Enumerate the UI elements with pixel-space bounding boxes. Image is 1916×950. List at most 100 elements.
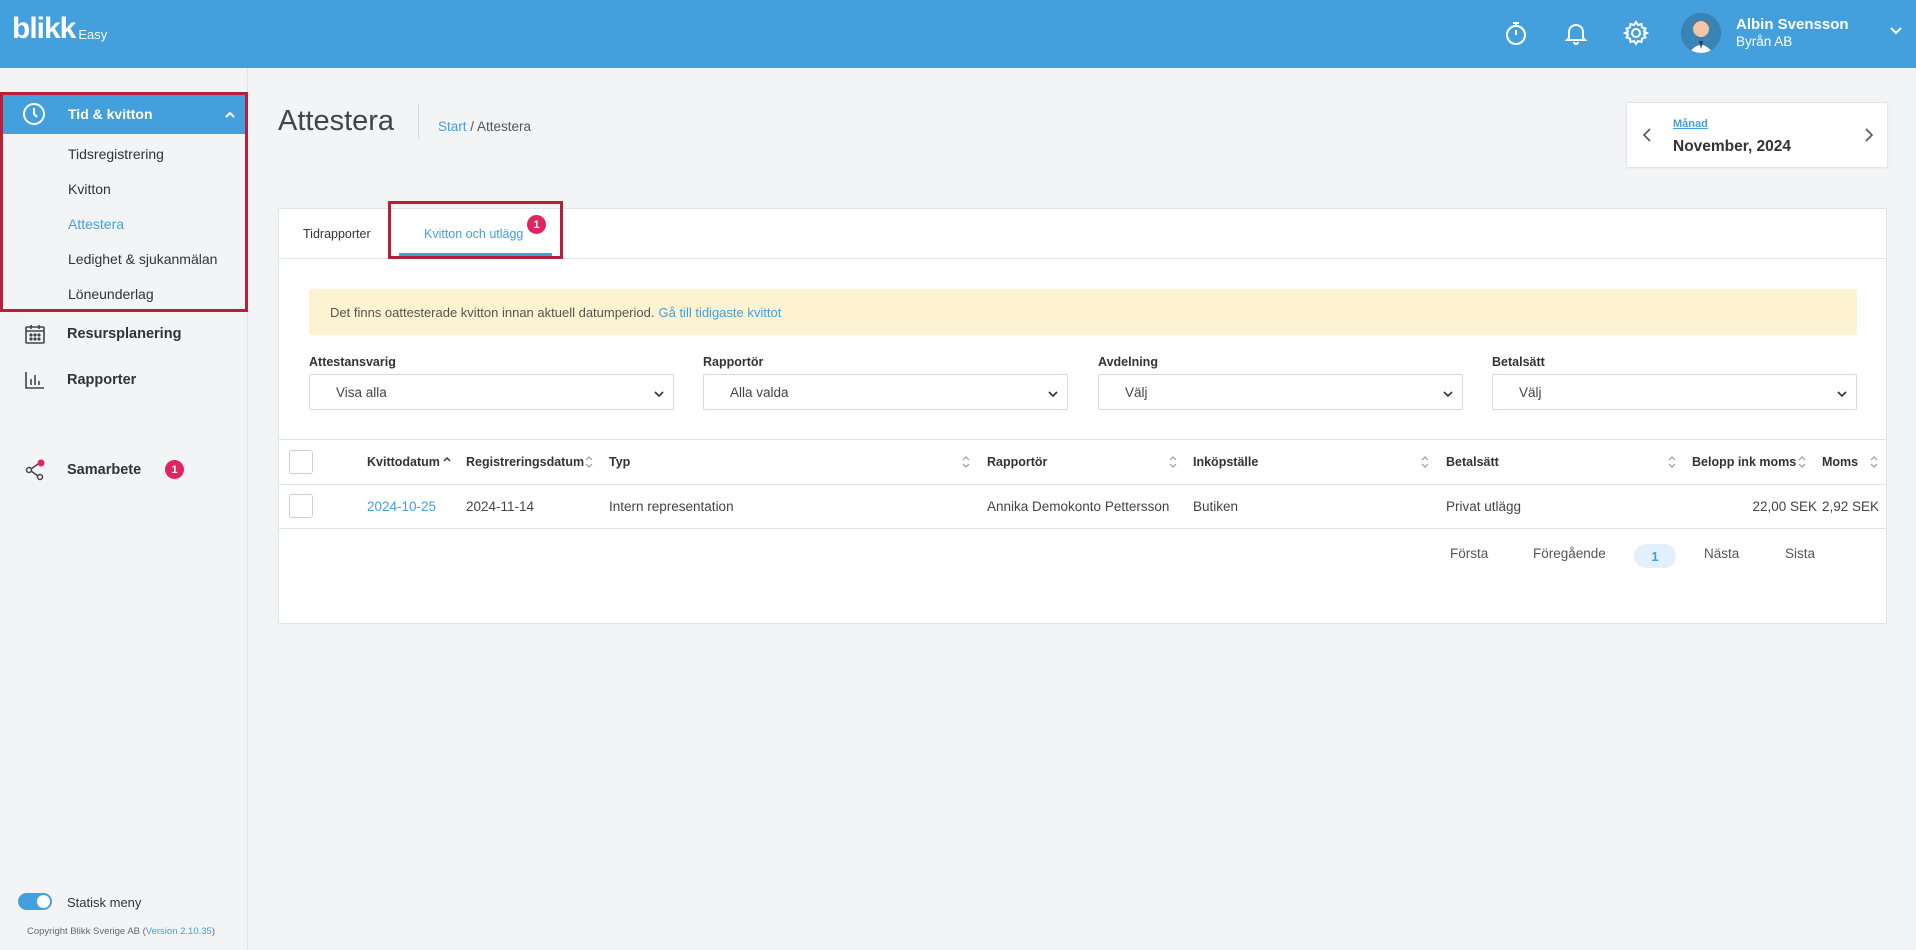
breadcrumb: Start / Attestera bbox=[438, 119, 531, 134]
static-menu-label: Statisk meny bbox=[67, 895, 142, 910]
calendar-icon bbox=[24, 323, 46, 345]
col-inkopstalle[interactable]: Inköpställe bbox=[1193, 455, 1258, 469]
col-typ[interactable]: Typ bbox=[609, 455, 630, 469]
pagination-next[interactable]: Nästa bbox=[1704, 546, 1739, 561]
sidebar-item-label: Samarbete bbox=[67, 462, 142, 478]
pagination-current[interactable]: 1 bbox=[1634, 544, 1676, 568]
betalsatt-select[interactable]: Välj bbox=[1492, 374, 1857, 410]
static-menu-toggle[interactable] bbox=[18, 893, 52, 910]
rapportor-select[interactable]: Alla valda bbox=[703, 374, 1068, 410]
logo-sub: Easy bbox=[78, 27, 108, 42]
cell-belopp: 22,00 SEK bbox=[1752, 499, 1817, 514]
avdelning-select[interactable]: Välj bbox=[1098, 374, 1463, 410]
sidebar-item-label: Resursplanering bbox=[67, 326, 182, 342]
chevron-down-icon bbox=[1836, 387, 1848, 399]
version-link[interactable]: Version 2.10.35 bbox=[146, 926, 212, 937]
samarbete-badge: 1 bbox=[165, 460, 184, 479]
sidebar-item-resursplanering[interactable]: Resursplanering bbox=[0, 318, 248, 350]
blikk-logo[interactable]: blikk Easy bbox=[12, 14, 107, 44]
clock-icon bbox=[22, 102, 46, 126]
sort-icon[interactable] bbox=[584, 454, 594, 470]
notice-link[interactable]: Gå till tidigaste kvittot bbox=[658, 305, 781, 320]
col-rapportor[interactable]: Rapportör bbox=[987, 455, 1047, 469]
chevron-right-icon[interactable] bbox=[1859, 125, 1879, 145]
sidebar-item-attestera[interactable]: Attestera bbox=[68, 216, 124, 232]
breadcrumb-start[interactable]: Start bbox=[438, 119, 467, 134]
title-divider bbox=[418, 103, 419, 139]
sidebar-item-samarbete[interactable]: Samarbete 1 bbox=[0, 454, 248, 486]
select-all-checkbox[interactable] bbox=[289, 450, 313, 474]
col-kvittodatum[interactable]: Kvittodatum bbox=[367, 455, 440, 469]
col-betalsatt[interactable]: Betalsätt bbox=[1446, 455, 1499, 469]
select-value: Alla valda bbox=[730, 385, 789, 400]
attestansvarig-select[interactable]: Visa alla bbox=[309, 374, 674, 410]
sort-icon[interactable] bbox=[1667, 454, 1677, 470]
breadcrumb-current: Attestera bbox=[477, 119, 532, 134]
sort-icon[interactable] bbox=[1420, 454, 1430, 470]
active-tab-indicator bbox=[399, 253, 552, 258]
notice-text: Det finns oattesterade kvitton innan akt… bbox=[330, 304, 655, 320]
col-registreringsdatum[interactable]: Registreringsdatum bbox=[466, 455, 584, 469]
chevron-up-icon[interactable] bbox=[224, 108, 236, 120]
sidebar-item-tidsregistrering[interactable]: Tidsregistrering bbox=[68, 146, 164, 162]
cell-betalsatt: Privat utlägg bbox=[1446, 499, 1522, 514]
table-header: Kvittodatum Registreringsdatum Typ Rappo… bbox=[279, 439, 1886, 485]
pagination-last[interactable]: Sista bbox=[1785, 546, 1815, 561]
pagination-prev[interactable]: Föregående bbox=[1533, 546, 1606, 561]
sidebar-item-ledighet[interactable]: Ledighet & sjukanmälan bbox=[68, 251, 217, 267]
sort-icon[interactable] bbox=[1168, 454, 1178, 470]
user-name: Albin Svensson bbox=[1736, 16, 1849, 33]
user-company: Byrån AB bbox=[1736, 34, 1793, 49]
select-value: Visa alla bbox=[336, 385, 387, 400]
cell-inkopstalle: Butiken bbox=[1193, 499, 1239, 514]
period-type-link[interactable]: Månad bbox=[1673, 118, 1708, 130]
select-value: Välj bbox=[1125, 385, 1148, 400]
main-card: Tidrapporter Kvitton och utlägg 1 Det fi… bbox=[278, 201, 1887, 624]
sort-asc-icon[interactable] bbox=[442, 452, 452, 468]
chevron-down-icon[interactable] bbox=[1888, 22, 1904, 38]
tab-kvitton-och-utlagg[interactable]: Kvitton och utlägg bbox=[424, 227, 523, 241]
sort-icon[interactable] bbox=[961, 454, 971, 470]
pagination-first[interactable]: Första bbox=[1450, 546, 1488, 561]
sidebar-item-kvitton[interactable]: Kvitton bbox=[68, 181, 111, 197]
chevron-left-icon[interactable] bbox=[1637, 125, 1657, 145]
cell-kvittodatum[interactable]: 2024-10-25 bbox=[367, 499, 436, 514]
chevron-down-icon bbox=[1047, 387, 1059, 399]
sort-icon[interactable] bbox=[1869, 454, 1879, 470]
tab-bar: Tidrapporter Kvitton och utlägg 1 bbox=[279, 201, 1886, 259]
table-row[interactable]: 2024-10-25 2024-11-14 Intern representat… bbox=[279, 485, 1886, 529]
toggle-knob bbox=[37, 895, 50, 908]
stopwatch-icon[interactable] bbox=[1499, 16, 1533, 50]
cell-moms: 2,92 SEK bbox=[1821, 499, 1879, 514]
top-bar: blikk Easy Albin Svensson Byrån AB bbox=[0, 0, 1916, 68]
select-value: Välj bbox=[1519, 385, 1542, 400]
col-belopp[interactable]: Belopp ink moms bbox=[1692, 455, 1796, 469]
chevron-down-icon bbox=[1442, 387, 1454, 399]
sidebar-item-loneunderlag[interactable]: Löneunderlag bbox=[68, 286, 154, 302]
share-icon bbox=[24, 459, 46, 481]
filter-label: Attestansvarig bbox=[309, 355, 396, 369]
copyright-text: Copyright Blikk Sverige AB ( bbox=[27, 926, 146, 937]
breadcrumb-separator: / bbox=[466, 119, 478, 134]
gear-icon[interactable] bbox=[1619, 16, 1653, 50]
sidebar-item-rapporter[interactable]: Rapporter bbox=[0, 364, 248, 396]
bar-chart-icon bbox=[24, 369, 46, 391]
sort-icon[interactable] bbox=[1797, 454, 1807, 470]
sidebar-item-tid-kvitton[interactable]: Tid & kvitton bbox=[2, 94, 246, 134]
bell-icon[interactable] bbox=[1559, 16, 1593, 50]
tab-tidrapporter[interactable]: Tidrapporter bbox=[303, 227, 371, 241]
avatar[interactable] bbox=[1681, 13, 1721, 53]
copyright: Copyright Blikk Sverige AB (Version 2.10… bbox=[27, 926, 215, 937]
cell-registreringsdatum: 2024-11-14 bbox=[466, 499, 535, 514]
cell-rapportor: Annika Demokonto Pettersson bbox=[987, 499, 1170, 514]
filter-label: Avdelning bbox=[1098, 355, 1158, 369]
col-moms[interactable]: Moms bbox=[1822, 455, 1858, 469]
notice-banner: Det finns oattesterade kvitton innan akt… bbox=[309, 289, 1857, 335]
row-checkbox[interactable] bbox=[289, 494, 313, 518]
period-picker: Månad November, 2024 bbox=[1626, 102, 1888, 168]
sidebar-item-label: Tid & kvitton bbox=[68, 106, 153, 122]
tab-badge: 1 bbox=[527, 215, 546, 234]
cell-typ: Intern representation bbox=[609, 499, 734, 514]
logo-text: blikk bbox=[12, 12, 76, 45]
filter-label: Rapportör bbox=[703, 355, 764, 369]
